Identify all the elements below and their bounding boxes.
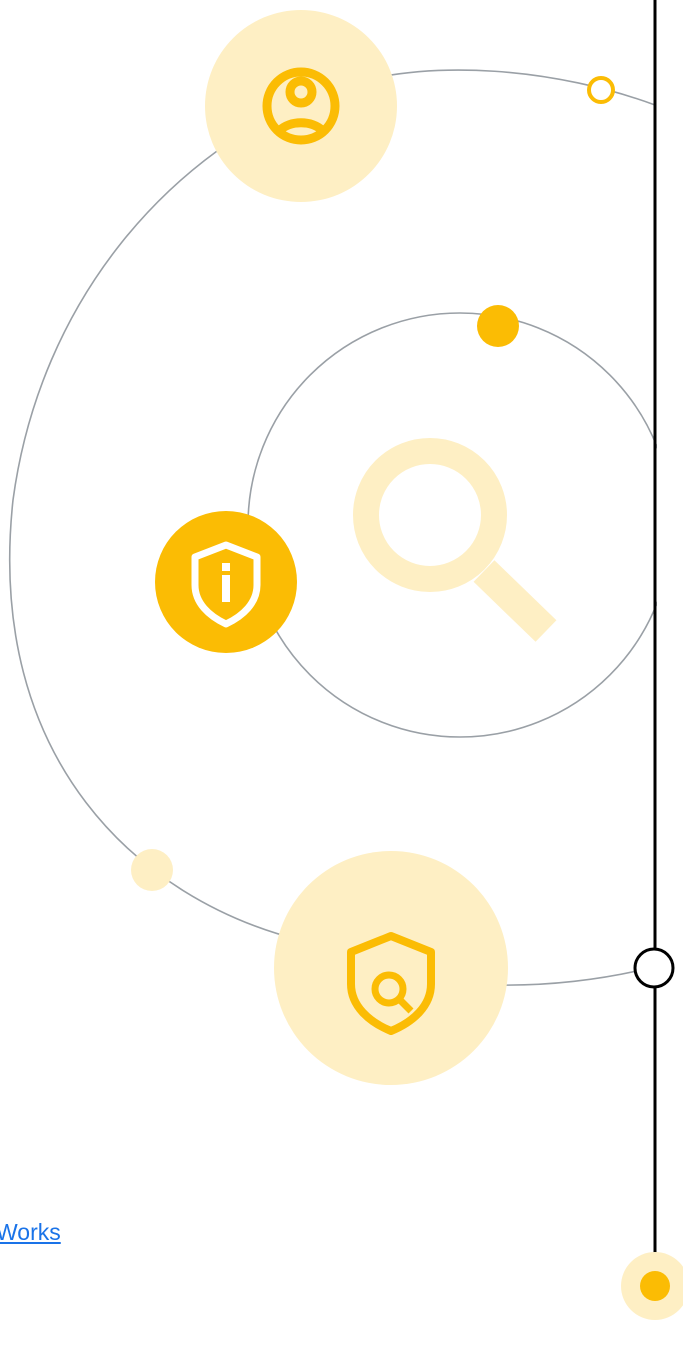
inner-orbit-circle (247, 312, 673, 738)
magnifier-icon (353, 438, 557, 642)
timeline-end-dot[interactable] (640, 1271, 670, 1301)
accent-dot (477, 305, 519, 347)
illustration-canvas: Works (0, 0, 683, 1347)
orbit-illustration (8, 0, 683, 1347)
timeline-node[interactable] (633, 947, 675, 989)
user-bubble[interactable] (205, 10, 397, 202)
works-link[interactable]: Works (0, 1218, 61, 1246)
shield-search-bubble[interactable] (274, 851, 508, 1085)
shield-info-bubble[interactable] (155, 511, 297, 653)
outer-orbit-arc (8, 69, 656, 986)
accent-ring (587, 76, 615, 104)
right-mask (657, 0, 683, 1347)
pale-dot (131, 849, 173, 891)
